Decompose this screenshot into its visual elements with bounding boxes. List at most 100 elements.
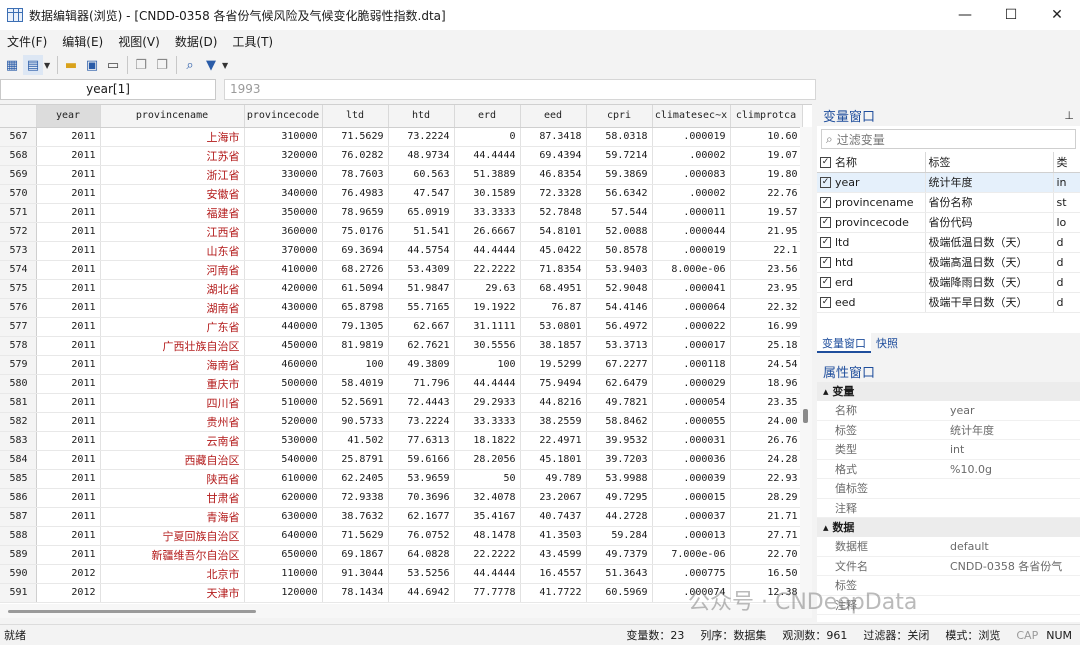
- table-cell[interactable]: 100: [454, 355, 521, 375]
- variable-type[interactable]: d: [1053, 272, 1080, 293]
- table-cell[interactable]: 75.9494: [520, 374, 587, 394]
- table-cell[interactable]: 浙江省: [100, 165, 245, 185]
- table-row[interactable]: 577 2011 广东省 440000 79.1305 62.667 31.1111 53.0…: [0, 317, 803, 337]
- property-row[interactable]: 值标签: [817, 479, 1080, 499]
- table-cell[interactable]: 北京市: [100, 564, 245, 584]
- table-cell[interactable]: 西藏自治区: [100, 450, 245, 470]
- table-cell[interactable]: 甘肃省: [100, 488, 245, 508]
- table-cell[interactable]: 19.1922: [454, 298, 521, 318]
- table-cell[interactable]: 23.56: [730, 260, 803, 280]
- table-cell[interactable]: 71.5629: [322, 526, 389, 546]
- table-cell[interactable]: 650000: [244, 545, 323, 565]
- variable-name[interactable]: ✓ htd: [817, 252, 926, 273]
- table-cell[interactable]: 2011: [36, 507, 101, 527]
- checkbox-icon[interactable]: ✓: [820, 217, 831, 228]
- table-cell[interactable]: 53.9988: [586, 469, 653, 489]
- table-row[interactable]: 590 2012 北京市 110000 91.3044 53.5256 44.4444 16.…: [0, 564, 803, 584]
- table-cell[interactable]: 59.6166: [388, 450, 455, 470]
- maximize-button[interactable]: ☐: [988, 0, 1034, 30]
- table-cell[interactable]: 44.4444: [454, 564, 521, 584]
- table-cell[interactable]: 67.2277: [586, 355, 653, 375]
- table-cell[interactable]: 310000: [244, 127, 323, 147]
- property-value[interactable]: [947, 479, 1080, 498]
- filter-variables-input[interactable]: ⌕ 过滤变量: [821, 129, 1076, 149]
- table-cell[interactable]: 65.8798: [322, 298, 389, 318]
- table-cell[interactable]: 18.1822: [454, 431, 521, 451]
- list-item[interactable]: ✓ erd 极端降雨日数（天） d: [817, 272, 1080, 293]
- table-cell[interactable]: 71.796: [388, 374, 455, 394]
- property-row[interactable]: 名称 year: [817, 401, 1080, 421]
- table-cell[interactable]: 广东省: [100, 317, 245, 337]
- table-cell[interactable]: 25.8791: [322, 450, 389, 470]
- table-cell[interactable]: 530000: [244, 431, 323, 451]
- table-cell[interactable]: 43.4599: [520, 545, 587, 565]
- paste-icon[interactable]: ❐: [152, 55, 172, 75]
- table-cell[interactable]: 2011: [36, 203, 101, 223]
- table-cell[interactable]: 44.6942: [388, 583, 455, 603]
- table-cell[interactable]: 上海市: [100, 127, 245, 147]
- table-cell[interactable]: 46.8354: [520, 165, 587, 185]
- table-cell[interactable]: 58.0318: [586, 127, 653, 147]
- table-cell[interactable]: 新疆维吾尔自治区: [100, 545, 245, 565]
- table-cell[interactable]: 39.7203: [586, 450, 653, 470]
- table-cell[interactable]: 450000: [244, 336, 323, 356]
- close-button[interactable]: ✕: [1034, 0, 1080, 30]
- table-cell[interactable]: 62.7621: [388, 336, 455, 356]
- table-cell[interactable]: 62.1677: [388, 507, 455, 527]
- table-cell[interactable]: 65.0919: [388, 203, 455, 223]
- property-value[interactable]: int: [947, 440, 1080, 459]
- table-cell[interactable]: 330000: [244, 165, 323, 185]
- checkbox-icon[interactable]: ✓: [820, 257, 831, 268]
- table-cell[interactable]: 河南省: [100, 260, 245, 280]
- table-cell[interactable]: 72.9338: [322, 488, 389, 508]
- table-cell[interactable]: 60.5969: [586, 583, 653, 603]
- property-value[interactable]: 统计年度: [947, 421, 1080, 440]
- table-cell[interactable]: 77.7778: [454, 583, 521, 603]
- property-value[interactable]: CNDD-0358 各省份气: [947, 557, 1080, 576]
- table-cell[interactable]: .000015: [652, 488, 731, 508]
- table-cell[interactable]: 27.71: [730, 526, 803, 546]
- table-cell[interactable]: 22.32: [730, 298, 803, 318]
- table-cell[interactable]: 陕西省: [100, 469, 245, 489]
- table-row[interactable]: 582 2011 贵州省 520000 90.5733 73.2224 33.3333 38.…: [0, 412, 803, 432]
- table-cell[interactable]: 47.547: [388, 184, 455, 204]
- variable-name[interactable]: ✓ ltd: [817, 232, 926, 253]
- table-cell[interactable]: 360000: [244, 222, 323, 242]
- table-cell[interactable]: 630000: [244, 507, 323, 527]
- list-item[interactable]: ✓ provincecode 省份代码 lo: [817, 212, 1080, 233]
- table-cell[interactable]: 16.50: [730, 564, 803, 584]
- table-row[interactable]: 571 2011 福建省 350000 78.9659 65.0919 33.3333 52.…: [0, 203, 803, 223]
- table-row[interactable]: 588 2011 宁夏回族自治区 640000 71.5629 76.0752 48.147…: [0, 526, 803, 546]
- table-cell[interactable]: 2011: [36, 146, 101, 166]
- save-icon[interactable]: ▣: [82, 55, 102, 75]
- column-header[interactable]: ltd: [322, 105, 389, 128]
- table-cell[interactable]: 安徽省: [100, 184, 245, 204]
- table-cell[interactable]: 91.3044: [322, 564, 389, 584]
- table-cell[interactable]: 2011: [36, 545, 101, 565]
- table-cell[interactable]: 59.7214: [586, 146, 653, 166]
- table-cell[interactable]: 2011: [36, 127, 101, 147]
- table-cell[interactable]: 55.7165: [388, 298, 455, 318]
- variable-type[interactable]: in: [1053, 172, 1080, 193]
- table-cell[interactable]: 2011: [36, 336, 101, 356]
- table-cell[interactable]: .000041: [652, 279, 731, 299]
- table-cell[interactable]: 2011: [36, 184, 101, 204]
- table-cell[interactable]: 2011: [36, 469, 101, 489]
- table-cell[interactable]: 49.789: [520, 469, 587, 489]
- table-cell[interactable]: 51.3889: [454, 165, 521, 185]
- table-cell[interactable]: 32.4078: [454, 488, 521, 508]
- table-cell[interactable]: 62.2405: [322, 469, 389, 489]
- table-row[interactable]: 583 2011 云南省 530000 41.502 77.6313 18.1822 22.4…: [0, 431, 803, 451]
- table-cell[interactable]: 62.6479: [586, 374, 653, 394]
- table-cell[interactable]: 青海省: [100, 507, 245, 527]
- table-cell[interactable]: 41.502: [322, 431, 389, 451]
- table-cell[interactable]: 22.93: [730, 469, 803, 489]
- table-cell[interactable]: 8.000e-06: [652, 260, 731, 280]
- table-row[interactable]: 574 2011 河南省 410000 68.2726 53.4309 22.2222 71.…: [0, 260, 803, 280]
- table-cell[interactable]: 广西壮族自治区: [100, 336, 245, 356]
- table-cell[interactable]: 59.284: [586, 526, 653, 546]
- table-cell[interactable]: .000029: [652, 374, 731, 394]
- table-cell[interactable]: 49.7379: [586, 545, 653, 565]
- table-cell[interactable]: 44.4444: [454, 374, 521, 394]
- table-cell[interactable]: 53.4309: [388, 260, 455, 280]
